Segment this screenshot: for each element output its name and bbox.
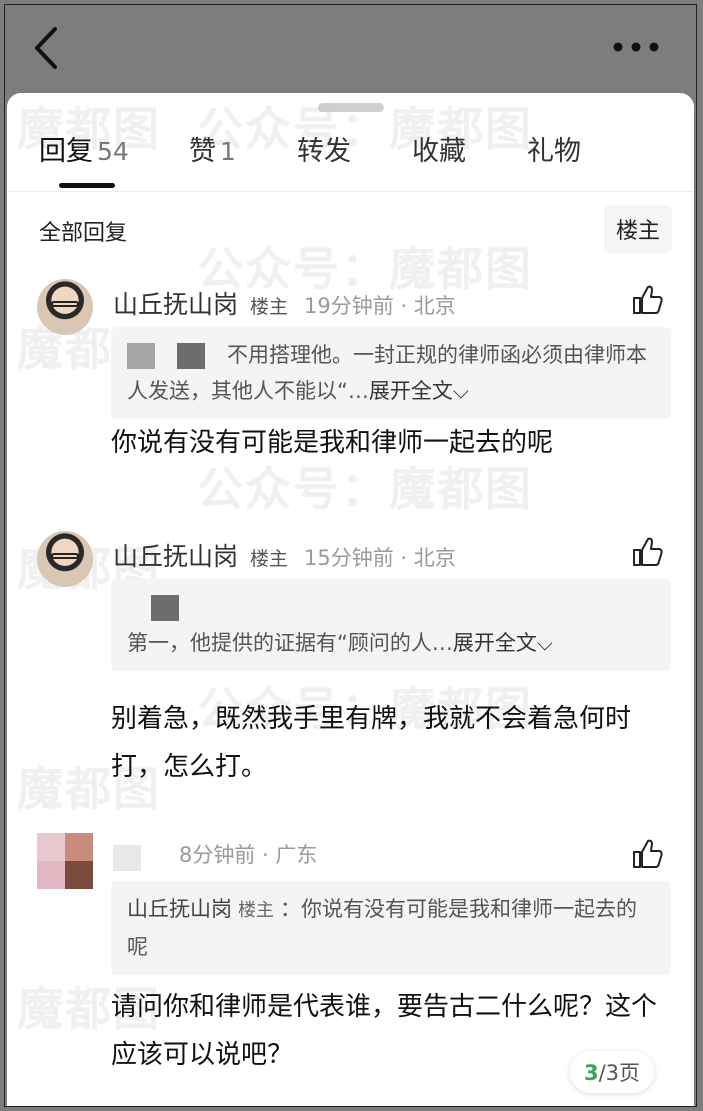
mosaic-icon <box>113 844 141 871</box>
divider <box>7 191 694 192</box>
thumbs-up-icon[interactable] <box>630 535 664 569</box>
timestamp: 8分钟前 · 广东 <box>179 843 318 867</box>
screen: 魔都图 公众号：魔都图 魔都图 公众号：魔都图 公众号：魔都图 魔都图 公众号：… <box>4 4 697 1107</box>
op-badge: 楼主 <box>250 296 289 318</box>
tab-replies[interactable]: 回复 54 <box>39 129 129 168</box>
chevron-left-icon <box>35 27 57 69</box>
timestamp: 15分钟前 · 北京 <box>304 546 456 570</box>
tab-likes[interactable]: 赞1 <box>189 129 236 168</box>
thumbs-up-icon[interactable] <box>630 283 664 317</box>
tab-label: 赞 <box>189 136 216 167</box>
comment-meta: 8分钟前 · 广东 <box>113 839 317 875</box>
tab-reposts[interactable]: 转发 <box>297 129 351 168</box>
reply-sheet: 魔都图 公众号：魔都图 魔都图 公众号：魔都图 公众号：魔都图 魔都图 公众号：… <box>7 93 694 1106</box>
expand-link[interactable]: 展开全文⌵ <box>369 379 469 403</box>
more-horizontal-icon <box>613 42 659 52</box>
mosaic-icon <box>127 343 155 369</box>
current-page: 3 <box>583 1061 599 1085</box>
comment-body: 别着急，既然我手里有牌，我就不会着急何时打，怎么打。 <box>111 704 632 782</box>
mosaic-icon <box>177 343 205 369</box>
section-title: 全部回复 <box>39 221 128 246</box>
tab-bar: 回复 54 赞1 转发 收藏 礼物 <box>7 129 694 189</box>
tab-label: 转发 <box>297 136 351 167</box>
op-badge: 楼主 <box>238 900 274 921</box>
active-tab-indicator <box>59 183 115 188</box>
username[interactable]: 山丘抚山岗 <box>113 290 238 319</box>
page-indicator[interactable]: 3/3页 <box>569 1051 654 1093</box>
avatar[interactable] <box>37 279 93 335</box>
drag-handle[interactable] <box>318 103 384 112</box>
quoted-reply[interactable]: 山丘抚山岗 楼主 ：你说有没有可能是我和律师一起去的呢 <box>111 881 671 975</box>
tab-label: 礼物 <box>527 136 581 167</box>
tab-favorites[interactable]: 收藏 <box>412 129 466 168</box>
mosaic-icon <box>151 595 179 621</box>
avatar[interactable] <box>37 833 93 889</box>
back-button[interactable] <box>27 23 67 73</box>
tab-count: 1 <box>220 137 236 166</box>
more-button[interactable] <box>610 35 662 59</box>
tab-label: 回复 <box>39 136 93 167</box>
tab-gifts[interactable]: 礼物 <box>527 129 581 168</box>
quoted-reply[interactable]: 第一，他提供的证据有“顾问的人…展开全文⌵ <box>111 579 671 671</box>
expand-link[interactable]: 展开全文⌵ <box>453 631 553 655</box>
comment-body: 你说有没有可能是我和律师一起去的呢 <box>111 428 554 458</box>
quoted-reply[interactable]: 不用搭理他。一封正规的律师函必须由律师本人发送，其他人不能以“…展开全文⌵ <box>111 327 671 419</box>
timestamp: 19分钟前 · 北京 <box>304 294 456 318</box>
quote-text: 第一，他提供的证据有“顾问的人… <box>127 631 453 655</box>
op-badge: 楼主 <box>250 548 289 570</box>
tab-label: 收藏 <box>412 136 466 167</box>
top-bar <box>5 5 696 91</box>
avatar[interactable] <box>37 531 93 587</box>
tab-count: 54 <box>97 137 129 166</box>
op-only-filter-button[interactable]: 楼主 <box>603 205 672 253</box>
comment-meta: 山丘抚山岗 楼主 15分钟前 · 北京 <box>113 537 456 573</box>
comment-meta: 山丘抚山岗 楼主 19分钟前 · 北京 <box>113 285 456 321</box>
thumbs-up-icon[interactable] <box>630 837 664 871</box>
quote-username[interactable]: 山丘抚山岗 <box>127 897 232 921</box>
username[interactable]: 山丘抚山岗 <box>113 542 238 571</box>
total-pages: /3页 <box>598 1061 640 1085</box>
